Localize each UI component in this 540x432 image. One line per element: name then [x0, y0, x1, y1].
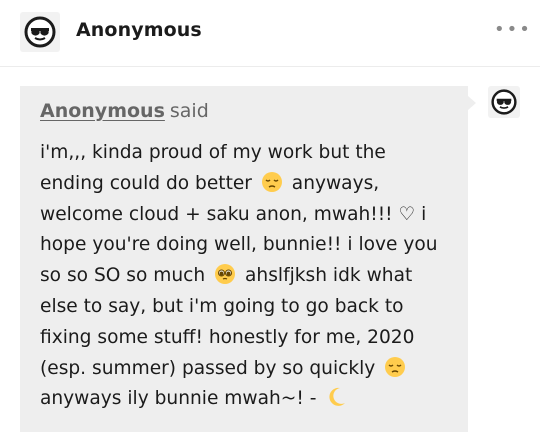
asker-name[interactable]: Anonymous — [40, 100, 165, 122]
ask-body: i'm,,, kinda proud of my work but the en… — [40, 138, 450, 415]
header-divider — [0, 66, 540, 67]
ask-text-segment: anyways ily bunnie mwah~! - — [40, 388, 317, 410]
more-options-icon[interactable]: ••• — [494, 18, 530, 42]
bubble-arrow — [468, 96, 476, 110]
said-label: said — [169, 100, 209, 122]
ask-bubble: Anonymous said i'm,,, kinda proud of my w… — [20, 86, 468, 432]
post-header: Anonymous ••• — [0, 0, 540, 66]
pensive-face-icon — [385, 356, 406, 377]
anonymous-sunglasses-icon — [491, 89, 517, 115]
anonymous-sunglasses-icon — [24, 16, 56, 48]
crescent-moon-icon — [329, 388, 346, 407]
author-avatar[interactable] — [20, 12, 60, 52]
pensive-face-icon — [261, 171, 282, 192]
pleading-face-icon — [215, 264, 236, 285]
answerer-avatar[interactable] — [488, 86, 520, 118]
post-author-name[interactable]: Anonymous — [76, 19, 202, 41]
ask-header: Anonymous said — [40, 100, 209, 122]
